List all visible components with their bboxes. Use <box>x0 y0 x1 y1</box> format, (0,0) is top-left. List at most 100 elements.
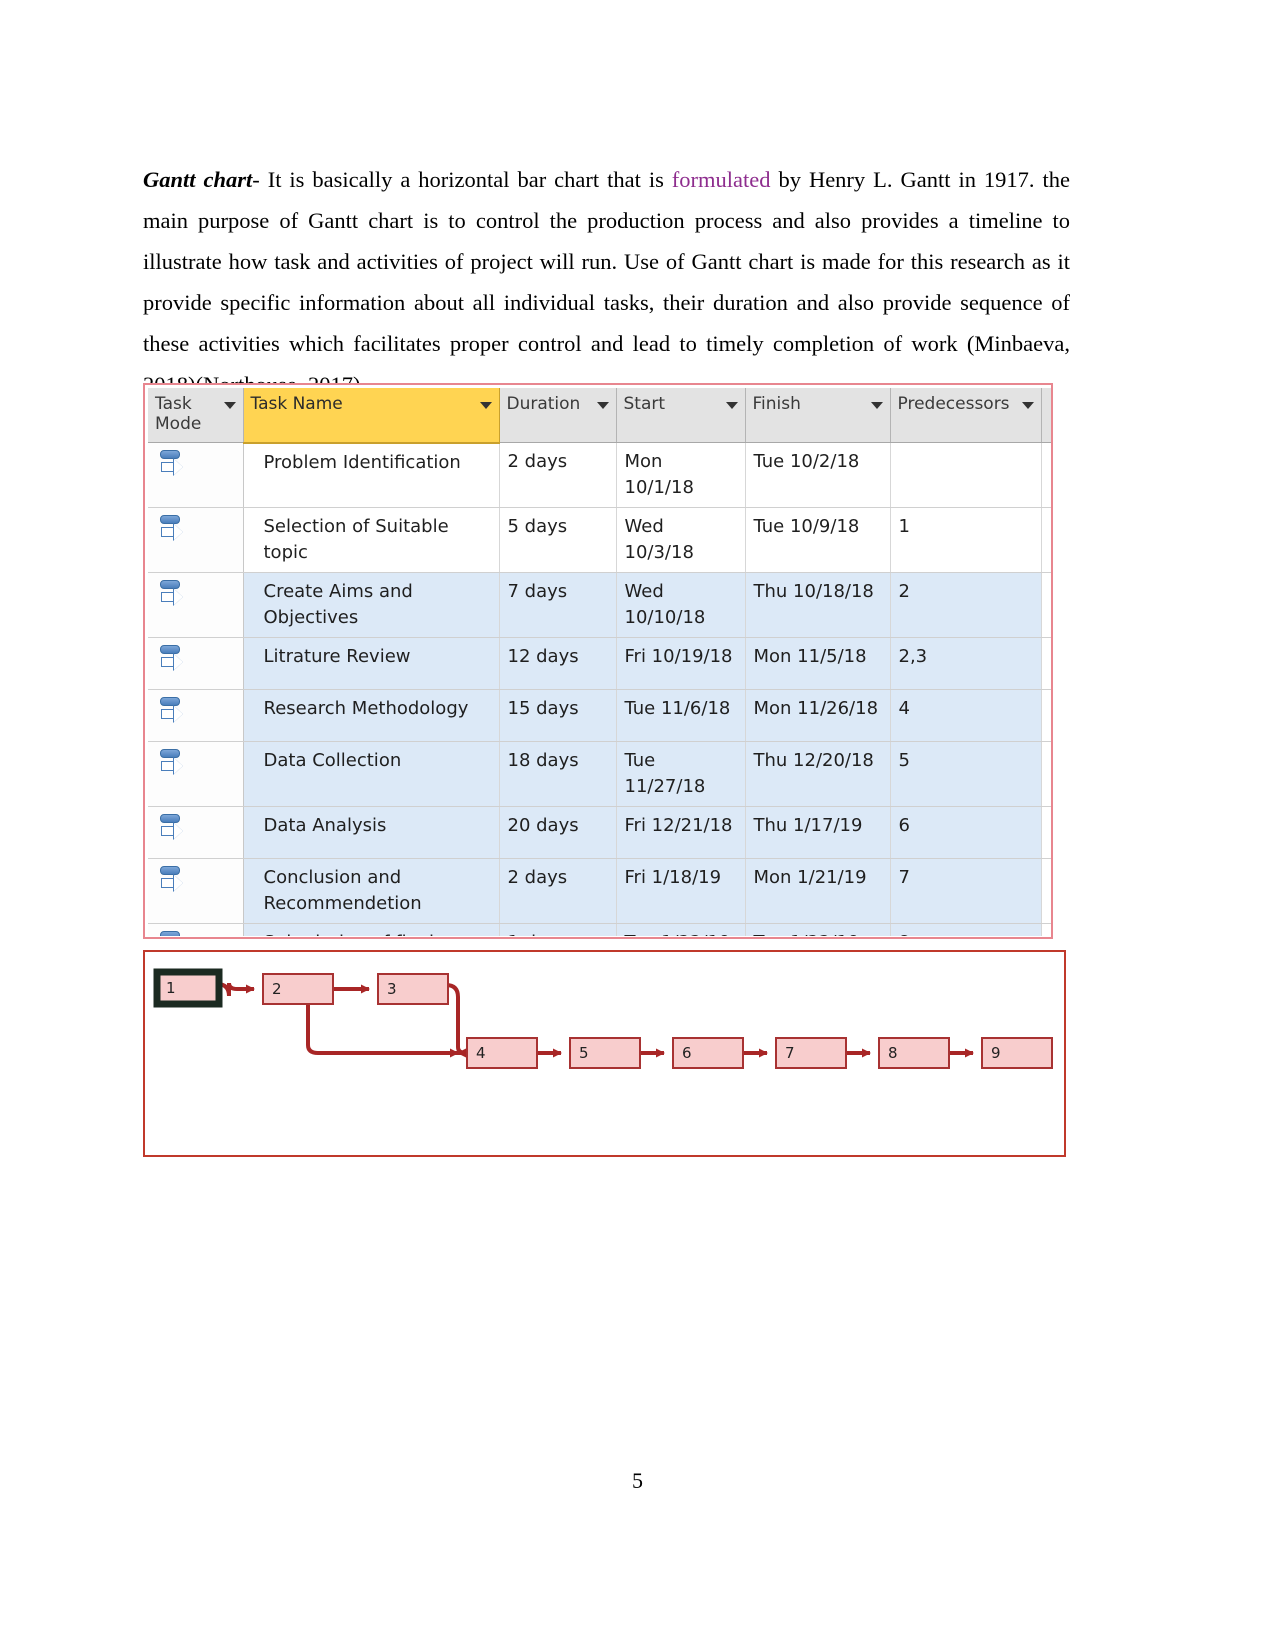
table-row[interactable]: Submission of final report1 dayTue 1/22/… <box>148 923 1051 936</box>
column-header-overflow <box>1041 388 1051 443</box>
filter-dropdown-icon[interactable] <box>223 402 236 409</box>
cell-predecessors[interactable]: 8 <box>890 923 1042 936</box>
auto-scheduled-icon <box>158 449 184 481</box>
cell-task-name[interactable]: Research Methodology <box>243 689 500 742</box>
cell-duration[interactable]: 20 days <box>499 806 617 859</box>
network-node-4[interactable]: 4 <box>466 1037 538 1069</box>
cell-finish[interactable]: Mon 11/26/18 <box>745 689 891 742</box>
cell-predecessors[interactable]: 4 <box>890 689 1042 742</box>
cell-predecessors[interactable]: 2,3 <box>890 637 1042 690</box>
gantt-entry-table-inner: Task Mode Task Name Duration Start Finis… <box>148 388 1051 936</box>
cell-task-mode[interactable] <box>148 858 244 924</box>
cell-duration[interactable]: 7 days <box>499 572 617 638</box>
filter-dropdown-icon[interactable] <box>596 402 609 409</box>
page-number: 5 <box>632 1468 643 1493</box>
cell-start[interactable]: Fri 1/18/19 <box>616 858 746 924</box>
cell-finish[interactable]: Mon 1/21/19 <box>745 858 891 924</box>
cell-duration[interactable]: 1 day <box>499 923 617 936</box>
cell-start[interactable]: Wed 10/3/18 <box>616 507 746 573</box>
cell-finish[interactable]: Tue 1/22/19 <box>745 923 891 936</box>
network-diagram-container: 1 2 3 4 5 6 7 8 9 <box>143 950 1066 1157</box>
cell-duration[interactable]: 15 days <box>499 689 617 742</box>
table-row[interactable]: Conclusion and Recommendetion 2 days Fri 1… <box>148 858 1051 924</box>
table-row[interactable]: Litrature Review 12 days Fri 10/19/18 Mon 1… <box>148 637 1051 690</box>
cell-start[interactable]: Tue 1/22/19 <box>616 923 746 936</box>
column-header-task-mode[interactable]: Task Mode <box>148 388 244 443</box>
cell-finish[interactable]: Thu 1/17/19 <box>745 806 891 859</box>
column-header-predecessors[interactable]: Predecessors <box>890 388 1042 443</box>
cell-task-name[interactable]: Selection of Suitable topic <box>243 507 500 573</box>
table-header-row: Task Mode Task Name Duration Start Finis… <box>148 388 1051 444</box>
cell-task-mode[interactable] <box>148 442 244 508</box>
cell-start[interactable]: Wed 10/10/18 <box>616 572 746 638</box>
auto-scheduled-icon <box>158 748 184 780</box>
cell-finish[interactable]: Tue 10/9/18 <box>745 507 891 573</box>
cell-task-mode[interactable] <box>148 923 244 936</box>
column-header-task-name[interactable]: Task Name <box>243 388 500 444</box>
table-row[interactable]: Research Methodology 15 days Tue 11/6/18 Mo… <box>148 689 1051 742</box>
node-label: 2 <box>272 980 282 998</box>
column-header-duration-label: Duration <box>506 394 581 414</box>
cell-duration[interactable]: 12 days <box>499 637 617 690</box>
cell-duration[interactable]: 2 days <box>499 442 617 508</box>
filter-dropdown-icon[interactable] <box>479 402 492 409</box>
cell-finish[interactable]: Mon 11/5/18 <box>745 637 891 690</box>
network-node-1[interactable]: 1 <box>153 968 223 1008</box>
table-row[interactable]: Problem Identification 2 days Mon 10/1/18 T… <box>148 442 1051 508</box>
cell-task-name[interactable]: Problem Identification <box>243 442 500 508</box>
filter-dropdown-icon[interactable] <box>1021 402 1034 409</box>
cell-overflow <box>1041 741 1051 807</box>
cell-duration[interactable]: 2 days <box>499 858 617 924</box>
filter-dropdown-icon[interactable] <box>725 402 738 409</box>
cell-task-mode[interactable] <box>148 741 244 807</box>
table-row[interactable]: Data Collection 18 days Tue 11/27/18 Thu 12… <box>148 741 1051 807</box>
table-row[interactable]: Create Aims and Objectives 7 days Wed 10/1… <box>148 572 1051 638</box>
cell-predecessors[interactable]: 2 <box>890 572 1042 638</box>
column-header-start[interactable]: Start <box>616 388 746 443</box>
cell-finish[interactable]: Thu 10/18/18 <box>745 572 891 638</box>
cell-start[interactable]: Tue 11/27/18 <box>616 741 746 807</box>
cell-predecessors[interactable]: 7 <box>890 858 1042 924</box>
cell-predecessors[interactable]: 5 <box>890 741 1042 807</box>
cell-start[interactable]: Tue 11/6/18 <box>616 689 746 742</box>
cell-task-mode[interactable] <box>148 689 244 742</box>
cell-start[interactable]: Fri 10/19/18 <box>616 637 746 690</box>
cell-overflow <box>1041 806 1051 859</box>
cell-finish[interactable]: Tue 10/2/18 <box>745 442 891 508</box>
cell-task-mode[interactable] <box>148 507 244 573</box>
cell-start[interactable]: Mon 10/1/18 <box>616 442 746 508</box>
cell-task-name[interactable]: Submission of final report <box>243 923 500 936</box>
table-row[interactable]: Selection of Suitable topic 5 days Wed 10/… <box>148 507 1051 573</box>
cell-finish[interactable]: Thu 12/20/18 <box>745 741 891 807</box>
cell-task-name[interactable]: Data Collection <box>243 741 500 807</box>
cell-duration[interactable]: 18 days <box>499 741 617 807</box>
cell-task-name[interactable]: Conclusion and Recommendetion <box>243 858 500 924</box>
cell-task-mode[interactable] <box>148 572 244 638</box>
cell-predecessors[interactable]: 6 <box>890 806 1042 859</box>
network-node-9[interactable]: 9 <box>981 1037 1053 1069</box>
edge-1-to-2 <box>216 982 255 997</box>
network-node-5[interactable]: 5 <box>569 1037 641 1069</box>
column-header-duration[interactable]: Duration <box>499 388 617 443</box>
edge-2-to-4 <box>306 1004 459 1058</box>
cell-task-mode[interactable] <box>148 637 244 690</box>
table-row[interactable]: Data Analysis 20 days Fri 12/21/18 Thu 1/17… <box>148 806 1051 859</box>
cell-predecessors[interactable]: 1 <box>890 507 1042 573</box>
network-diagram: 1 2 3 4 5 6 7 8 9 <box>153 968 1053 1069</box>
cell-task-name[interactable]: Litrature Review <box>243 637 500 690</box>
network-node-6[interactable]: 6 <box>672 1037 744 1069</box>
cell-task-mode[interactable] <box>148 806 244 859</box>
network-node-8[interactable]: 8 <box>878 1037 950 1069</box>
cell-start[interactable]: Fri 12/21/18 <box>616 806 746 859</box>
cell-duration[interactable]: 5 days <box>499 507 617 573</box>
column-header-finish[interactable]: Finish <box>745 388 891 443</box>
cell-task-name[interactable]: Create Aims and Objectives <box>243 572 500 638</box>
network-node-7[interactable]: 7 <box>775 1037 847 1069</box>
network-node-2[interactable]: 2 <box>262 973 334 1005</box>
cell-predecessors[interactable] <box>890 442 1042 508</box>
filter-dropdown-icon[interactable] <box>870 402 883 409</box>
cell-task-name[interactable]: Data Analysis <box>243 806 500 859</box>
column-header-task-name-label: Task Name <box>250 394 343 414</box>
network-node-3[interactable]: 3 <box>377 973 449 1005</box>
gantt-entry-table-container: Task Mode Task Name Duration Start Finis… <box>143 383 1053 939</box>
